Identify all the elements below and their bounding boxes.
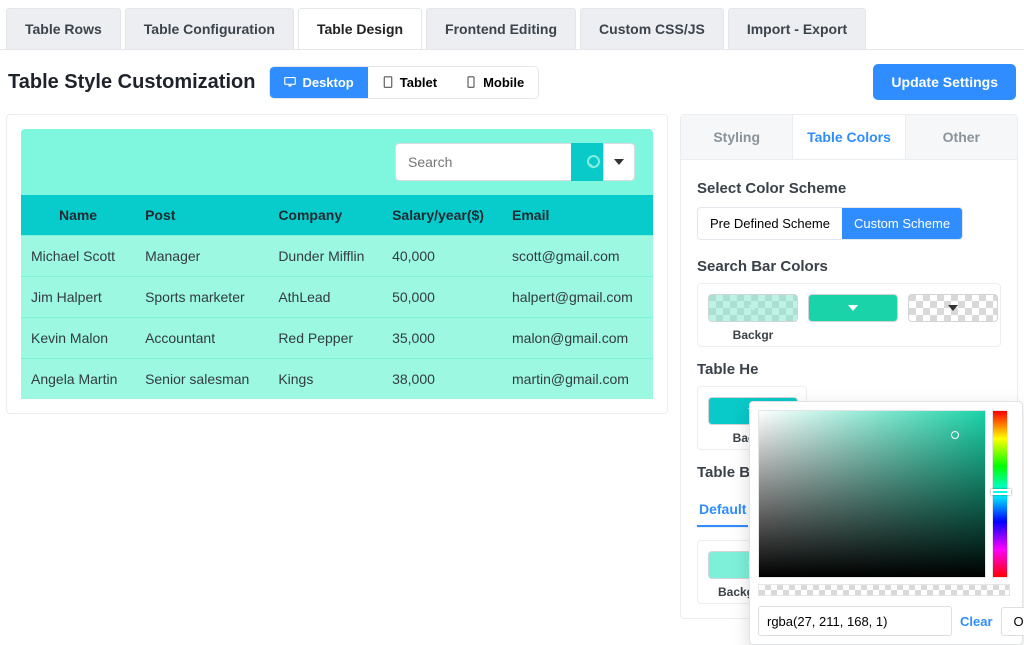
table-preview: Name Post Company Salary/year($) Email M… [21,129,653,399]
search-dropdown-button[interactable] [603,143,635,181]
chevron-down-icon [614,159,624,165]
cell-salary: 35,000 [382,318,502,359]
device-mobile-label: Mobile [483,75,524,90]
tab-table-design[interactable]: Table Design [298,8,422,49]
main-layout: Name Post Company Salary/year($) Email M… [0,114,1024,619]
custom-scheme-button[interactable]: Custom Scheme [842,208,962,239]
picker-ok-button[interactable]: OK [1001,607,1024,636]
saturation-thumb[interactable] [951,431,959,439]
table-preview-panel: Name Post Company Salary/year($) Email M… [6,114,668,414]
tab-table-configuration[interactable]: Table Configuration [125,8,294,49]
tab-table-rows[interactable]: Table Rows [6,8,121,49]
subtab-other[interactable]: Other [906,115,1017,159]
search-submit-button[interactable] [571,143,603,181]
color-value-input[interactable] [758,606,952,636]
header-bar: Table Style Customization Desktop Tablet… [0,50,1024,114]
search-bg-item: Backgr [708,294,798,342]
device-tablet-label: Tablet [400,75,437,90]
device-desktop-label: Desktop [302,75,353,90]
col-company[interactable]: Company [268,195,382,236]
panel-tabs: Styling Table Colors Other [681,115,1017,160]
table-row: Jim Halpert Sports marketer AthLead 50,0… [21,277,653,318]
search-bg-swatch[interactable] [708,294,798,322]
cell-name: Kevin Malon [21,318,135,359]
cell-name: Angela Martin [21,359,135,400]
cell-post: Senior salesman [135,359,268,400]
subtab-table-colors[interactable]: Table Colors [792,115,905,159]
device-tablet-button[interactable]: Tablet [368,67,451,98]
body-tab-default[interactable]: Default [697,493,748,527]
search-border-swatch[interactable] [908,294,998,322]
scheme-heading: Select Color Scheme [697,180,1001,197]
chevron-down-icon [848,305,858,311]
cell-post: Accountant [135,318,268,359]
cell-company: Kings [268,359,382,400]
search-box [395,143,635,181]
predefined-scheme-button[interactable]: Pre Defined Scheme [698,208,842,239]
cell-name: Michael Scott [21,236,135,277]
search-icon [580,155,594,169]
subtab-styling[interactable]: Styling [681,115,792,159]
data-table: Name Post Company Salary/year($) Email M… [21,195,653,399]
tablet-icon [382,76,394,88]
scheme-toggle: Pre Defined Scheme Custom Scheme [697,207,963,240]
cell-name: Jim Halpert [21,277,135,318]
tab-import-export[interactable]: Import - Export [728,8,866,49]
search-row [21,129,653,195]
cell-company: AthLead [268,277,382,318]
search-bg-label: Backgr [708,328,798,342]
col-post[interactable]: Post [135,195,268,236]
cell-salary: 40,000 [382,236,502,277]
top-nav-tabs: Table Rows Table Configuration Table Des… [0,0,1024,50]
cell-email: malon@gmail.com [502,318,653,359]
cell-email: halpert@gmail.com [502,277,653,318]
cell-company: Dunder Mifflin [268,236,382,277]
search-text-swatch[interactable] [808,294,898,322]
page-title: Table Style Customization [8,71,255,94]
cell-company: Red Pepper [268,318,382,359]
search-colors-heading: Search Bar Colors [697,258,1001,275]
header-colors-heading: Table He [697,361,1001,378]
col-salary[interactable]: Salary/year($) [382,195,502,236]
picker-clear-button[interactable]: Clear [960,614,993,629]
cell-post: Manager [135,236,268,277]
device-mobile-button[interactable]: Mobile [451,67,538,98]
cell-email: martin@gmail.com [502,359,653,400]
table-row: Kevin Malon Accountant Red Pepper 35,000… [21,318,653,359]
device-toggle: Desktop Tablet Mobile [269,66,539,99]
color-saturation-field[interactable] [758,410,986,578]
chevron-down-icon [948,305,958,311]
chevron-down-icon [748,305,758,311]
cell-salary: 38,000 [382,359,502,400]
search-border-item [908,294,998,342]
hue-thumb[interactable] [991,489,1011,495]
col-name[interactable]: Name [21,195,135,236]
cell-email: scott@gmail.com [502,236,653,277]
color-settings-panel: Styling Table Colors Other Select Color … [680,114,1018,619]
col-email[interactable]: Email [502,195,653,236]
alpha-slider[interactable] [758,584,1010,596]
table-row: Michael Scott Manager Dunder Mifflin 40,… [21,236,653,277]
tab-frontend-editing[interactable]: Frontend Editing [426,8,576,49]
header-row: Name Post Company Salary/year($) Email [21,195,653,236]
search-text-item [808,294,898,342]
device-desktop-button[interactable]: Desktop [270,67,367,98]
search-colors-row: Backgr [697,283,1001,347]
color-picker-popover: Clear OK [749,401,1023,645]
mobile-icon [465,76,477,88]
cell-salary: 50,000 [382,277,502,318]
desktop-icon [284,76,296,88]
cell-post: Sports marketer [135,277,268,318]
table-row: Angela Martin Senior salesman Kings 38,0… [21,359,653,400]
hue-slider[interactable] [992,410,1008,578]
search-input[interactable] [395,143,571,181]
tab-custom-css-js[interactable]: Custom CSS/JS [580,8,724,49]
update-settings-button[interactable]: Update Settings [873,64,1016,100]
